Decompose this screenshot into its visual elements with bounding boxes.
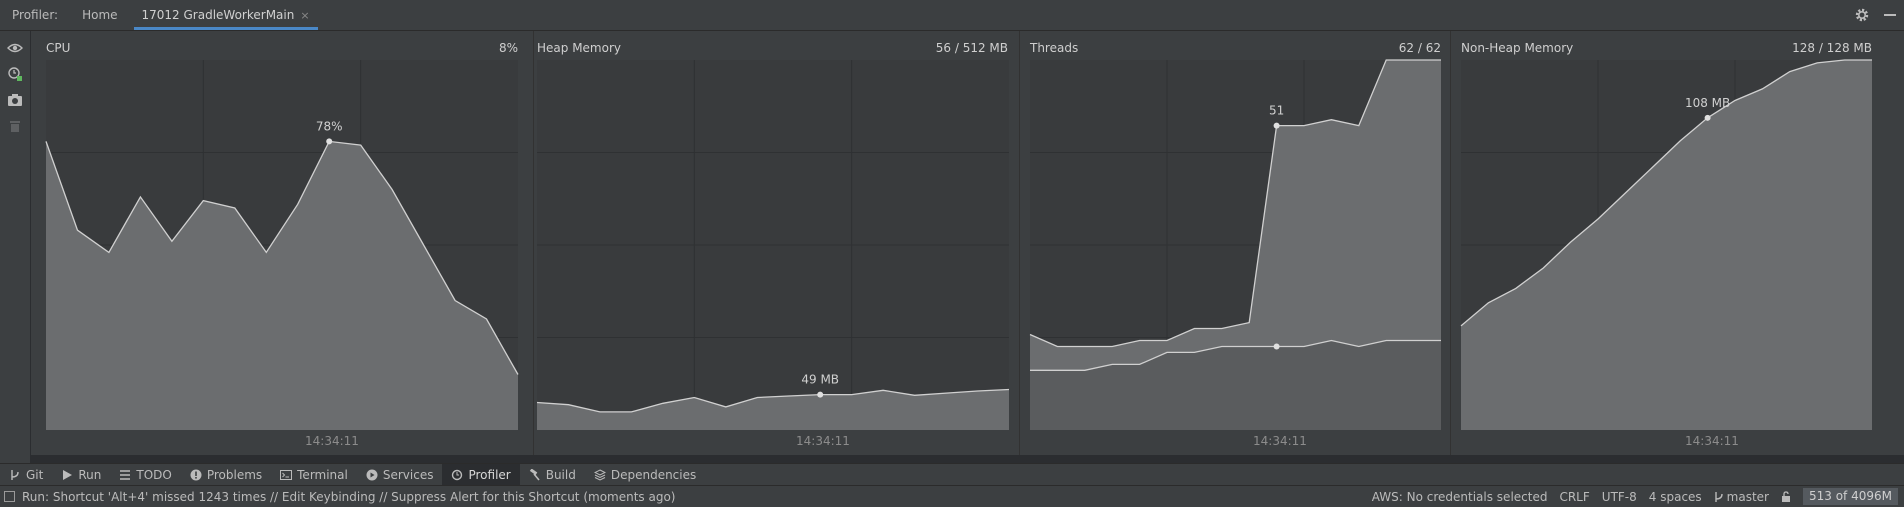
- data-label: 51: [1269, 104, 1284, 118]
- problems-icon: [190, 469, 202, 481]
- data-label: 108 MB: [1685, 96, 1730, 110]
- trash-icon[interactable]: [6, 117, 24, 135]
- cpu-value: 8%: [498, 41, 518, 55]
- tool-window-label: Run: [78, 468, 102, 482]
- eye-icon[interactable]: [6, 39, 24, 57]
- status-message[interactable]: Run: Shortcut 'Alt+4' missed 1243 times …: [22, 490, 675, 504]
- cpu-title: CPU: [46, 41, 71, 55]
- cpu-time-label: 14:34:11: [305, 434, 359, 448]
- profiler-label: Profiler:: [12, 8, 59, 22]
- threads-title: Threads: [1030, 41, 1079, 55]
- tool-window-label: Dependencies: [610, 468, 697, 482]
- tool-window-label: TODO: [136, 468, 172, 482]
- tab-gradle-worker-label: 17012 GradleWorkerMain: [141, 8, 295, 22]
- profiler-left-toolbar: [0, 31, 30, 463]
- panel-divider: [1450, 31, 1451, 455]
- data-point-marker: [1273, 122, 1280, 129]
- branch-name: master: [1726, 489, 1769, 504]
- encoding-widget[interactable]: UTF-8: [1602, 490, 1637, 504]
- tool-window-label: Build: [545, 468, 576, 482]
- tool-window-label: Problems: [206, 468, 263, 482]
- threads-chart[interactable]: 51: [1029, 59, 1441, 430]
- git-branch-icon: [1714, 491, 1723, 502]
- build-hammer-icon: [529, 469, 540, 481]
- heap-title: Heap Memory: [537, 41, 621, 55]
- git-branch-widget[interactable]: master: [1714, 490, 1769, 504]
- data-label: 78%: [316, 119, 343, 133]
- services-icon: [366, 469, 378, 481]
- memory-indicator[interactable]: 513 of 4096M: [1803, 488, 1898, 505]
- heap-value: 56 / 512 MB: [935, 41, 1008, 55]
- threads-value: 62 / 62: [1398, 41, 1441, 55]
- panel-divider: [533, 31, 534, 455]
- tool-window-bar: Git Run TODO Problems Terminal Services …: [0, 463, 1904, 486]
- toggle-tool-windows-icon[interactable]: [4, 491, 15, 502]
- non-heap-time-label: 14:34:11: [1685, 434, 1739, 448]
- tool-window-services[interactable]: Services: [357, 464, 443, 486]
- data-point-marker: [1273, 343, 1280, 350]
- tool-window-dependencies[interactable]: Dependencies: [585, 464, 705, 486]
- git-branch-icon: [11, 470, 19, 480]
- non-heap-memory-chart[interactable]: 108 MB: [1460, 59, 1872, 430]
- tool-window-problems[interactable]: Problems: [181, 464, 271, 486]
- tool-window-label: Services: [382, 468, 434, 482]
- non-heap-value: 128 / 128 MB: [1792, 41, 1872, 55]
- camera-icon[interactable]: [6, 91, 24, 109]
- data-label: 49 MB: [801, 373, 839, 387]
- terminal-icon: [280, 470, 293, 480]
- tool-window-run[interactable]: Run: [52, 464, 110, 486]
- data-point-marker: [817, 391, 824, 398]
- data-point-marker: [1704, 114, 1711, 121]
- dependencies-icon: [593, 469, 606, 481]
- tool-window-todo[interactable]: TODO: [110, 464, 180, 486]
- run-icon: [63, 470, 73, 480]
- threads-time-label: 14:34:11: [1253, 434, 1307, 448]
- tool-window-label: Git: [26, 468, 44, 482]
- profiler-header: Profiler: Home 17012 GradleWorkerMain ×: [0, 0, 1904, 31]
- minimize-icon[interactable]: [1884, 14, 1896, 16]
- tool-window-git[interactable]: Git: [0, 464, 52, 486]
- attach-process-icon[interactable]: [6, 65, 24, 83]
- tool-window-profiler[interactable]: Profiler: [442, 464, 520, 486]
- line-separator-widget[interactable]: CRLF: [1559, 490, 1589, 504]
- cpu-chart[interactable]: 78%: [45, 60, 519, 430]
- status-bar: Run: Shortcut 'Alt+4' missed 1243 times …: [0, 485, 1904, 507]
- profiler-icon: [452, 469, 463, 481]
- tool-window-build[interactable]: Build: [520, 464, 585, 486]
- indent-widget[interactable]: 4 spaces: [1649, 490, 1702, 504]
- close-icon[interactable]: ×: [300, 9, 309, 22]
- tool-window-label: Profiler: [468, 468, 511, 482]
- heap-time-label: 14:34:11: [796, 434, 850, 448]
- aws-credentials-widget[interactable]: AWS: No credentials selected: [1372, 490, 1548, 504]
- tool-window-terminal[interactable]: Terminal: [271, 464, 357, 486]
- panel-divider: [1019, 31, 1020, 455]
- tool-window-label: Terminal: [297, 468, 348, 482]
- heap-memory-chart[interactable]: 49 MB: [536, 60, 1010, 430]
- todo-list-icon: [120, 470, 131, 480]
- data-point-marker: [326, 138, 333, 145]
- non-heap-title: Non-Heap Memory: [1461, 41, 1574, 55]
- lock-icon[interactable]: [1781, 490, 1791, 503]
- tab-gradle-worker[interactable]: 17012 GradleWorkerMain ×: [130, 0, 322, 30]
- tab-home[interactable]: Home: [70, 0, 129, 30]
- gear-icon[interactable]: [1854, 7, 1870, 23]
